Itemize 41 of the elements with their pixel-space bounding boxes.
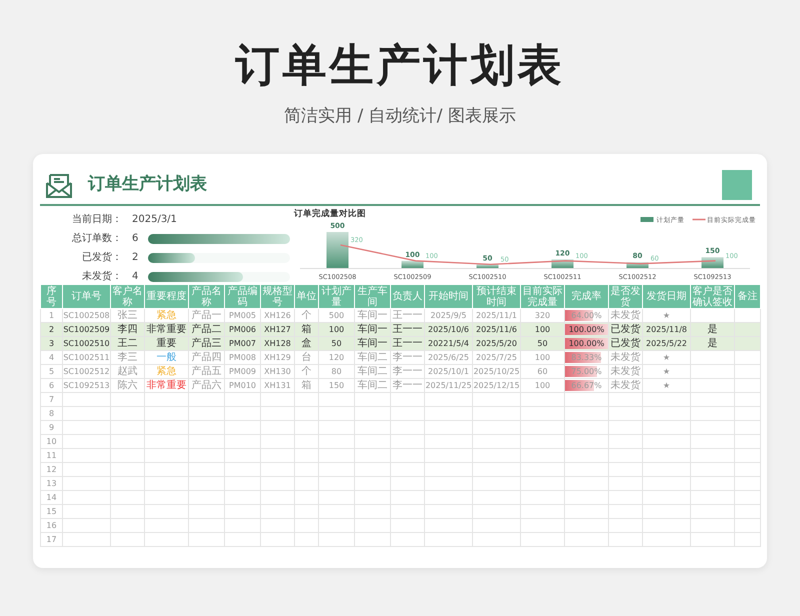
bar	[476, 264, 498, 268]
bar	[402, 260, 424, 268]
column-header: 序号	[40, 284, 62, 308]
page-subtitle: 简洁实用 / 自动统计/ 图表展示	[284, 108, 516, 125]
column-header: 规格型号	[260, 284, 294, 308]
column-header: 产品编码	[224, 284, 260, 308]
column-header: 开始时间	[424, 284, 472, 308]
column-header: 订单号	[62, 284, 110, 308]
stat-value: 2	[131, 251, 140, 265]
column-header: 单位	[294, 284, 318, 308]
field-label: 当前日期：	[71, 212, 122, 227]
percentage-text: 100.00%	[568, 338, 604, 348]
column-header: 备注	[734, 284, 760, 308]
column-header: 客户是否确认签收	[690, 284, 734, 308]
bar	[326, 232, 348, 268]
bar	[702, 257, 724, 268]
column-header: 产品名称	[188, 284, 224, 308]
field-value: 2025/3/1	[131, 213, 177, 227]
column-header: 目前实际完成量	[520, 284, 564, 308]
column-header: 是否发货	[608, 284, 642, 308]
stat-value: 6	[131, 232, 140, 246]
sheet-title: 订单生产计划表	[88, 173, 207, 196]
column-header: 生产车间	[354, 284, 390, 308]
legend-swatch	[640, 217, 654, 222]
column-header: 计划产量	[318, 284, 354, 308]
stat-label: 已发货：	[81, 251, 122, 265]
stat-label: 未发货：	[81, 270, 122, 284]
column-header: 完成率	[564, 284, 608, 308]
column-header: 发货日期	[642, 284, 690, 308]
accent-block	[722, 170, 752, 200]
stat-value: 4	[131, 270, 140, 284]
column-header: 客户名称	[110, 284, 144, 308]
envelope-document-icon	[46, 171, 72, 199]
column-header: 负责人	[390, 284, 424, 308]
table-cell: 17	[40, 532, 62, 546]
percentage-text: 100.00%	[568, 324, 604, 334]
chart-title: 订单完成量对比图	[294, 209, 366, 219]
column-header: 预计结束时间	[472, 284, 520, 308]
page-title: 订单生产计划表	[236, 44, 564, 88]
column-header: 重要程度	[144, 284, 188, 308]
stat-label: 总订单数：	[71, 232, 122, 246]
